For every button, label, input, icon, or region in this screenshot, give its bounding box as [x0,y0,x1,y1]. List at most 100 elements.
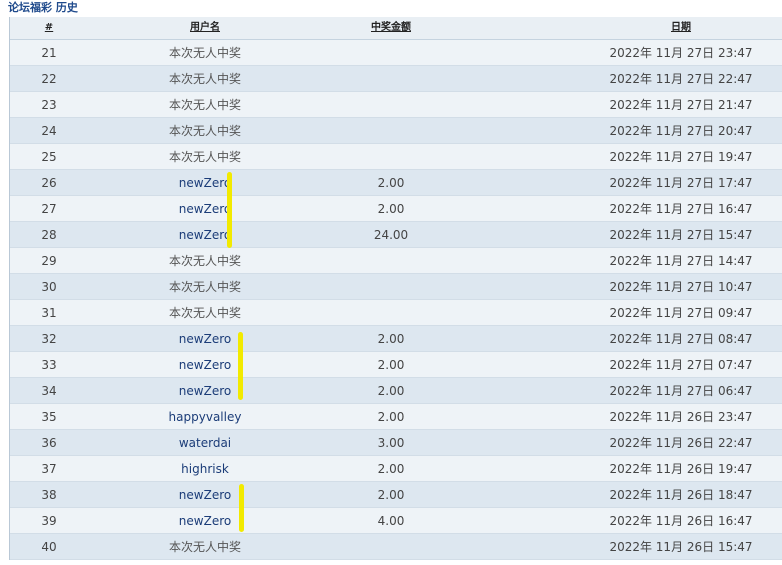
row-number: 31 [41,306,57,320]
row-number: 29 [41,254,57,268]
row-date: 2022年 11月 27日 17:47 [609,176,753,190]
row-number: 35 [41,410,57,424]
row-date: 2022年 11月 27日 15:47 [609,228,753,242]
row-amount: 2.00 [377,384,405,398]
row-amount: 2.00 [377,202,405,216]
row-number: 26 [41,176,57,190]
row-number: 34 [41,384,57,398]
row-date: 2022年 11月 27日 23:47 [609,46,753,60]
row-amount: 3.00 [377,436,405,450]
table-row: 31 本次无人中奖 2022年 11月 27日 09:47 [10,300,782,326]
table-row: 27 newZero 2.00 2022年 11月 27日 16:47 [10,196,782,222]
row-date: 2022年 11月 27日 22:47 [609,72,753,86]
row-date: 2022年 11月 26日 18:47 [609,488,753,502]
highlight-mark [227,172,232,248]
table-row: 36 waterdai 3.00 2022年 11月 26日 22:47 [10,430,782,456]
row-number: 33 [41,358,57,372]
row-date: 2022年 11月 27日 21:47 [609,98,753,112]
row-username[interactable]: happyvalley [169,404,242,430]
row-number: 30 [41,280,57,294]
row-amount: 2.00 [377,462,405,476]
header-num[interactable]: # [45,21,53,35]
row-username[interactable]: waterdai [179,430,231,456]
row-date: 2022年 11月 27日 14:47 [609,254,753,268]
table-row: 24 本次无人中奖 2022年 11月 27日 20:47 [10,118,782,144]
table-row: 28 newZero 24.00 2022年 11月 27日 15:47 [10,222,782,248]
row-username[interactable]: newZero [179,352,231,378]
row-amount: 4.00 [377,514,405,528]
table-header: # 用户名 中奖金额 日期 [10,17,782,40]
row-username: 本次无人中奖 [168,150,242,164]
row-number: 38 [41,488,57,502]
row-date: 2022年 11月 27日 07:47 [609,358,753,372]
row-username: 本次无人中奖 [168,280,242,294]
table-row: 29 本次无人中奖 2022年 11月 27日 14:47 [10,248,782,274]
row-date: 2022年 11月 27日 10:47 [609,280,753,294]
table-row: 33 newZero 2.00 2022年 11月 27日 07:47 [10,352,782,378]
header-username[interactable]: 用户名 [190,21,220,35]
row-username: 本次无人中奖 [168,72,242,86]
row-amount: 2.00 [377,332,405,346]
row-username[interactable]: newZero [179,222,231,248]
lottery-history-table: # 用户名 中奖金额 日期 21 本次无人中奖 2022年 11月 27日 23:4… [9,17,782,560]
row-amount: 2.00 [377,176,405,190]
row-date: 2022年 11月 26日 22:47 [609,436,753,450]
row-username: 本次无人中奖 [168,306,242,320]
row-number: 27 [41,202,57,216]
row-amount: 2.00 [377,410,405,424]
table-row: 26 newZero 2.00 2022年 11月 27日 17:47 [10,170,782,196]
row-number: 22 [41,72,57,86]
row-date: 2022年 11月 26日 16:47 [609,514,753,528]
page-title: 论坛福彩 历史 [8,1,78,14]
row-date: 2022年 11月 27日 06:47 [609,384,753,398]
table-row: 40 本次无人中奖 2022年 11月 26日 15:47 [10,534,782,560]
row-number: 21 [41,46,57,60]
row-date: 2022年 11月 26日 23:47 [609,410,753,424]
table-row: 37 highrisk 2.00 2022年 11月 26日 19:47 [10,456,782,482]
row-number: 32 [41,332,57,346]
row-number: 24 [41,124,57,138]
row-username[interactable]: newZero [179,508,231,534]
table-row: 35 happyvalley 2.00 2022年 11月 26日 23:47 [10,404,782,430]
table-row: 22 本次无人中奖 2022年 11月 27日 22:47 [10,66,782,92]
table-row: 25 本次无人中奖 2022年 11月 27日 19:47 [10,144,782,170]
row-username[interactable]: newZero [179,378,231,404]
table-row: 34 newZero 2.00 2022年 11月 27日 06:47 [10,378,782,404]
row-username: 本次无人中奖 [168,98,242,112]
table-row: 30 本次无人中奖 2022年 11月 27日 10:47 [10,274,782,300]
row-date: 2022年 11月 27日 20:47 [609,124,753,138]
table-row: 21 本次无人中奖 2022年 11月 27日 23:47 [10,40,782,66]
row-amount: 24.00 [373,228,409,242]
header-date[interactable]: 日期 [671,21,691,35]
highlight-mark [239,484,244,532]
row-date: 2022年 11月 26日 19:47 [609,462,753,476]
row-amount: 2.00 [377,358,405,372]
row-date: 2022年 11月 27日 19:47 [609,150,753,164]
row-date: 2022年 11月 27日 16:47 [609,202,753,216]
row-number: 37 [41,462,57,476]
row-amount: 2.00 [377,488,405,502]
highlight-mark [238,332,243,400]
row-username[interactable]: highrisk [181,456,229,482]
row-username[interactable]: newZero [179,170,231,196]
row-number: 28 [41,228,57,242]
row-username: 本次无人中奖 [168,124,242,138]
row-username[interactable]: newZero [179,482,231,508]
row-username[interactable]: newZero [179,326,231,352]
row-date: 2022年 11月 27日 08:47 [609,332,753,346]
row-number: 36 [41,436,57,450]
row-username: 本次无人中奖 [168,540,242,554]
row-number: 39 [41,514,57,528]
table-row: 32 newZero 2.00 2022年 11月 27日 08:47 [10,326,782,352]
table-row: 38 newZero 2.00 2022年 11月 26日 18:47 [10,482,782,508]
row-username[interactable]: newZero [179,196,231,222]
table-row: 23 本次无人中奖 2022年 11月 27日 21:47 [10,92,782,118]
row-number: 40 [41,540,57,554]
table-row: 39 newZero 4.00 2022年 11月 26日 16:47 [10,508,782,534]
row-date: 2022年 11月 27日 09:47 [609,306,753,320]
row-username: 本次无人中奖 [168,254,242,268]
row-username: 本次无人中奖 [168,46,242,60]
row-number: 23 [41,98,57,112]
row-date: 2022年 11月 26日 15:47 [609,540,753,554]
header-amount[interactable]: 中奖金额 [371,21,411,35]
